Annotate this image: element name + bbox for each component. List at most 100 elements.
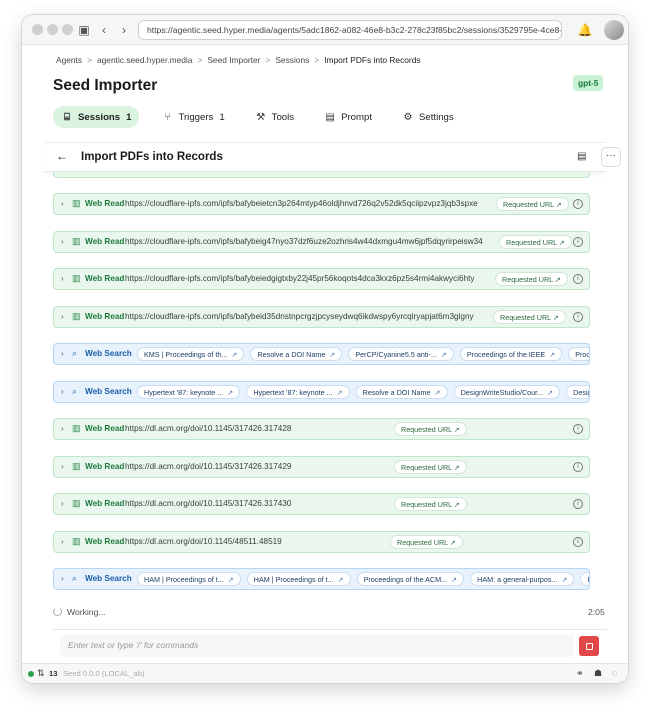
info-icon[interactable]: i	[573, 199, 583, 209]
chevron-right-icon[interactable]: ›	[61, 537, 64, 546]
external-link-icon: ↗	[549, 350, 556, 359]
search-result-label: HAM | Proceedings of t...	[253, 575, 334, 584]
search-result-chip[interactable]: PerCP/Cyanine5.5 anti-... ↗	[348, 347, 454, 361]
search-result-chip[interactable]: KMS | Proceedings of th... ↗	[137, 347, 245, 361]
tab-label: Settings	[419, 111, 454, 123]
chevron-right-icon[interactable]: ›	[61, 199, 64, 208]
chevron-right-icon[interactable]: ›	[61, 274, 64, 283]
sync-icon[interactable]: ⇅	[37, 668, 45, 679]
chevron-right-icon[interactable]: ›	[61, 349, 64, 358]
breadcrumb-item[interactable]: Seed Importer	[207, 55, 260, 65]
requested-url-link[interactable]: Requested URL ↗	[394, 422, 467, 436]
info-icon[interactable]: i	[573, 499, 583, 509]
row-type-label: Web Read	[85, 199, 125, 208]
requested-url-label: Requested URL	[401, 500, 452, 509]
info-icon[interactable]: i	[573, 311, 583, 322]
zoom-window-button[interactable]	[62, 24, 73, 35]
info-icon[interactable]: i	[573, 424, 583, 434]
info-icon[interactable]: i	[573, 274, 583, 284]
chevron-right-icon[interactable]: ›	[61, 499, 64, 508]
web-search-row[interactable]: › ⌕ Web Search Hypertext '87: keynote ... ↗ H…	[53, 380, 590, 403]
web-read-row[interactable]: › ▥ Web Read https://dl.acm.org/doi/10.1145…	[53, 493, 590, 515]
search-result-chip[interactable]: HAM: a general-purpos... ↗	[470, 572, 575, 586]
search-result-label: Hypertext '87: keynote ...	[253, 387, 333, 397]
sidebar-toggle-icon[interactable]: ▣	[76, 22, 92, 38]
activity-list: › ▥ Web Read https://cloudflare-ipfs.com/ip…	[53, 193, 590, 606]
chevron-right-icon[interactable]: ›	[61, 424, 64, 433]
chevron-right-icon[interactable]: ›	[61, 574, 64, 583]
search-result-chip[interactable]: HAM | Proceedings of t... ↗	[137, 572, 241, 586]
breadcrumb-item[interactable]: agentic.seed.hyper.media	[97, 55, 192, 65]
search-result-chip[interactable]: DesignWriteStudio/Cou...↗	[566, 384, 589, 399]
web-search-row[interactable]: › ⌕ Web Search KMS | Proceedings of th... ↗ R…	[53, 343, 590, 365]
search-result-label: PerCP/Cyanine5.5 anti-...	[355, 350, 437, 359]
close-window-button[interactable]	[32, 24, 43, 35]
search-result-chip[interactable]: HAM | Proceedings of t... ↗	[246, 572, 351, 586]
info-icon[interactable]: i	[573, 236, 583, 247]
search-result-chip[interactable]: Resolve a DOI Name ↗	[355, 384, 448, 399]
web-read-row[interactable]: › ▥ Web Read https://dl.acm.org/doi/10.1145…	[53, 455, 590, 478]
requested-url-link[interactable]: Requested URL ↗	[496, 197, 569, 211]
info-icon[interactable]: i	[573, 461, 583, 472]
feedback-icon[interactable]: ◌	[612, 668, 617, 678]
url-bar[interactable]: https://agentic.seed.hyper.media/agents/…	[138, 20, 562, 40]
tab-prompt[interactable]: ▤ Prompt	[316, 106, 380, 128]
external-link-icon: ↗	[337, 575, 344, 584]
tab-sessions[interactable]: ⌸ Sessions 1	[53, 106, 140, 128]
contacts-icon[interactable]: ⚭	[576, 668, 584, 679]
requested-url-link[interactable]: Requested URL ↗	[493, 309, 566, 324]
requested-url-link[interactable]: Requested URL ↗	[390, 534, 463, 549]
bug-icon[interactable]: ☗	[594, 668, 602, 679]
forward-nav-icon[interactable]: ›	[116, 22, 132, 38]
web-read-row[interactable]: › ▥ Web Read https://cloudflare-ipfs.com/ip…	[53, 305, 590, 328]
tab-settings[interactable]: ⚙ Settings	[394, 106, 462, 128]
prompt-icon[interactable]: ▤	[577, 151, 586, 162]
requested-url-link[interactable]: Requested URL ↗	[394, 497, 467, 511]
message-input[interactable]: Enter text or type '/' for commands	[60, 635, 574, 657]
search-results: KMS | Proceedings of th... ↗ Resolve a DOI…	[137, 347, 589, 361]
row-type-label: Web Read	[85, 536, 125, 546]
web-read-row[interactable]: › ▥ Web Read https://cloudflare-ipfs.com/ip…	[53, 230, 590, 253]
more-options-button[interactable]: ···	[601, 147, 621, 167]
breadcrumb-item[interactable]: Sessions	[275, 55, 309, 65]
back-arrow-icon[interactable]: ←	[56, 149, 68, 163]
search-result-chip[interactable]: Proceedings of the ACM...↗	[568, 347, 589, 361]
chevron-right-icon[interactable]: ›	[61, 387, 64, 396]
stop-icon	[585, 642, 593, 650]
search-result-chip[interactable]: Proceedings of the ACM...↗	[356, 572, 465, 586]
row-url: https://cloudflare-ipfs.com/ipfs/bafybei…	[125, 199, 478, 208]
chevron-right-icon[interactable]: ›	[61, 312, 64, 321]
info-icon[interactable]: i	[573, 536, 583, 547]
requested-url-link[interactable]: Requested URL ↗	[394, 459, 467, 474]
external-link-icon: ↗	[552, 275, 561, 284]
web-read-row[interactable]: › ▥ Web Read https://cloudflare-ipfs.com/ip…	[53, 268, 590, 290]
back-nav-icon[interactable]: ‹	[96, 22, 112, 38]
working-indicator: Working...	[53, 607, 106, 617]
web-search-row[interactable]: › ⌕ Web Search HAM | Proceedings of t... ↗ HA…	[53, 568, 590, 590]
requested-url-link[interactable]: Requested URL ↗	[499, 234, 572, 249]
requested-url-link[interactable]: Requested URL ↗	[495, 272, 568, 286]
app-window: ▣ ‹ › https://agentic.seed.hyper.media/a…	[22, 15, 628, 683]
external-link-icon: ↗	[434, 387, 441, 397]
web-read-row[interactable]: › ▥ Web Read https://dl.acm.org/doi/10.1145…	[53, 530, 590, 553]
search-result-chip[interactable]: Proceedings of the IEEE ↗	[459, 347, 563, 361]
breadcrumb-item[interactable]: Agents	[56, 55, 82, 65]
web-read-row[interactable]: › ▥ Web Read https://cloudflare-ipfs.com/ip…	[53, 193, 590, 215]
search-result-chip[interactable]: Hypertext '87: keynote ... ↗	[137, 384, 241, 399]
minimize-window-button[interactable]	[47, 24, 58, 35]
search-result-chip[interactable]: Hypertext '87: keynote ... ↗	[246, 384, 350, 399]
search-result-chip[interactable]: Resolve a DOI Name ↗	[250, 347, 343, 361]
web-read-row[interactable]: › ▥ Web Read https://dl.acm.org/doi/10.1145…	[53, 418, 590, 440]
chevron-right-icon[interactable]: ›	[61, 237, 64, 246]
search-result-chip[interactable]: Resolve a DOI Na...↗	[580, 572, 589, 586]
external-link-icon: ↗	[561, 575, 568, 584]
bell-icon[interactable]: 🔔	[577, 22, 593, 38]
chevron-right-icon[interactable]: ›	[61, 462, 64, 471]
tab-tools[interactable]: ⚒ Tools	[247, 106, 302, 128]
search-result-chip[interactable]: DesignWriteStudio/Cour... ↗	[453, 384, 561, 399]
breadcrumb: Agents > agentic.seed.hyper.media > Seed Imp…	[56, 55, 421, 65]
tab-triggers[interactable]: ⑂ Triggers 1	[153, 106, 232, 128]
external-link-icon: ↗	[451, 425, 460, 434]
stop-button[interactable]	[579, 636, 599, 656]
avatar[interactable]	[604, 20, 624, 40]
